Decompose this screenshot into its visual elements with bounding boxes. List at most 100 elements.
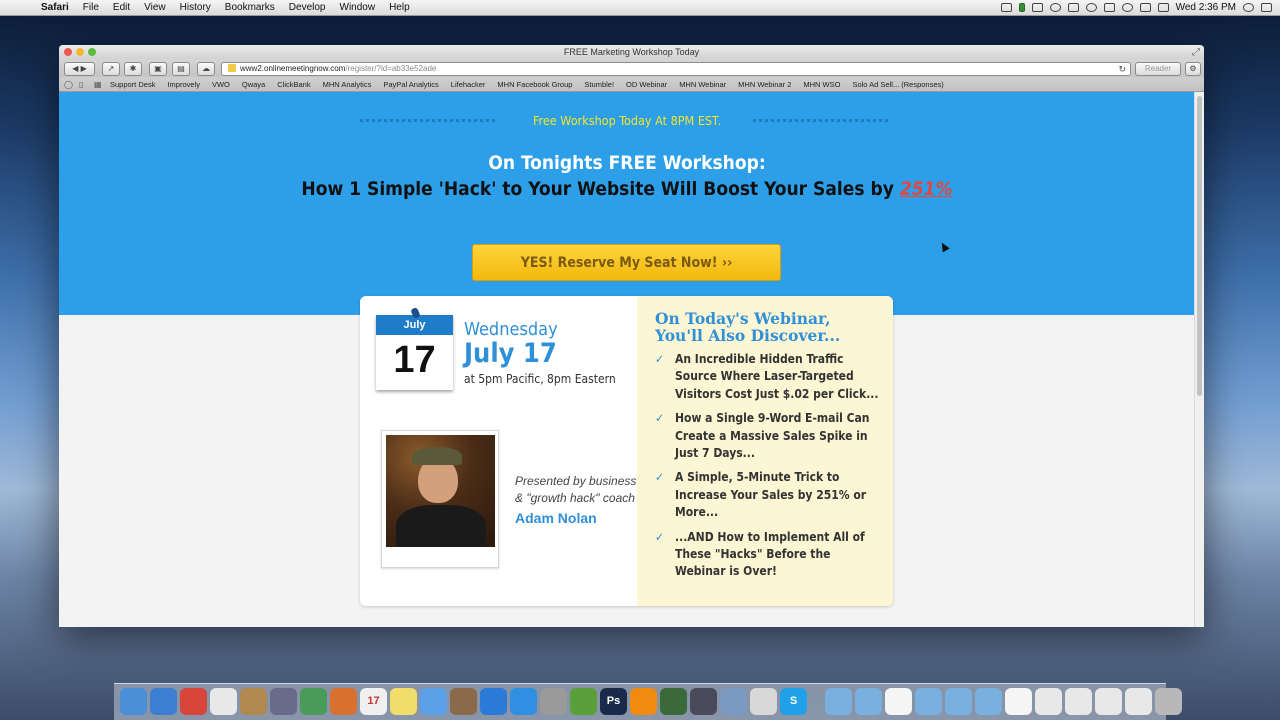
finder-icon[interactable] [120,688,147,715]
menu-bar: Safari File Edit View History Bookmarks … [0,0,1280,16]
document-icon[interactable] [885,688,912,715]
evernote-icon[interactable] [570,688,597,715]
notification-center-icon[interactable] [1261,3,1272,12]
reserve-seat-button[interactable]: YES! Reserve My Seat Now! ›› [472,244,781,281]
reader-button[interactable]: Reader [1135,62,1181,76]
webinar-info-card: July 17 Wednesday July 17 at 5pm Pacific… [360,296,893,606]
disk-utility-icon[interactable] [540,688,567,715]
pen-icon[interactable] [270,688,297,715]
bluetooth-icon[interactable] [1103,3,1115,12]
menu-edit[interactable]: Edit [106,2,137,13]
menu-view[interactable]: View [137,2,173,13]
screenshot-icon[interactable] [1125,688,1152,715]
preview-icon[interactable] [720,688,747,715]
screen-record-icon[interactable] [1031,3,1043,12]
bookmark-item[interactable]: MHN Analytics [317,80,378,89]
document-icon[interactable] [1005,688,1032,715]
battery-icon[interactable] [1157,3,1169,12]
bookmark-item[interactable]: VWO [206,80,236,89]
bookmark-item[interactable]: MHN Facebook Group [491,80,578,89]
close-window-icon[interactable] [64,48,72,56]
wifi-icon[interactable] [1121,3,1133,12]
fullscreen-icon[interactable]: ⤢ [1192,46,1200,60]
bookmark-item[interactable]: OD Webinar [620,80,673,89]
bookmark-item[interactable]: Support Desk [104,80,161,89]
textedit-icon[interactable] [210,688,237,715]
numbers-icon[interactable] [300,688,327,715]
evernote-status-icon[interactable] [1018,3,1025,12]
list-item-line: An Incredible Hidden Traffic [675,352,844,366]
screenshot-icon[interactable] [1095,688,1122,715]
presentation-icon[interactable] [330,688,357,715]
chrome-icon[interactable] [180,688,207,715]
folder-icon[interactable] [915,688,942,715]
bookmark-item[interactable]: PayPal Analytics [377,80,444,89]
list-item-line: How a Single 9-Word E-mail Can [675,411,870,426]
folder-icon[interactable] [945,688,972,715]
gear-icon[interactable]: ⚙ [1185,62,1201,76]
spotlight-icon[interactable] [1243,3,1254,12]
reload-icon[interactable]: ↻ [1118,63,1126,75]
script-icon[interactable] [750,688,777,715]
screenshot-icon[interactable] [1065,688,1092,715]
bookmark-item[interactable]: MHN Webinar 2 [732,80,797,89]
extension-icon[interactable]: ✱ [124,62,142,76]
dropbox-icon[interactable] [1000,3,1012,12]
notes-icon[interactable] [390,688,417,715]
bookmark-item[interactable]: MHN Webinar [673,80,732,89]
video-editor-icon[interactable] [690,688,717,715]
menu-safari[interactable]: Safari [34,2,76,13]
speaker-name: Adam Nolan [515,510,597,526]
address-bar[interactable]: www2.onlinemeetingnow.com/register/?id=a… [221,62,1131,76]
time-machine-icon[interactable] [1085,3,1097,12]
list-item-line: Create a Massive Sales Spike in [675,428,868,443]
itunes-icon[interactable] [480,688,507,715]
folder-icon[interactable] [825,688,852,715]
window-titlebar: FREE Marketing Workshop Today ⤢ [59,45,1204,59]
trash-icon[interactable] [1155,688,1182,715]
minimize-window-icon[interactable] [76,48,84,56]
menu-bookmarks[interactable]: Bookmarks [218,2,282,13]
presented-by-text: Presented by business & "growth hack" co… [515,473,636,507]
bookmarks-book-icon[interactable]: ▯ [79,80,89,89]
book-icon[interactable] [660,688,687,715]
contacts-icon[interactable] [240,688,267,715]
calendar-icon[interactable]: 17 [360,688,387,715]
bookmark-item[interactable]: Solo Ad Sell... (Responses) [846,80,949,89]
menu-file[interactable]: File [76,2,106,13]
folder-icon[interactable] [855,688,882,715]
bookmark-item[interactable]: Improvely [161,80,206,89]
photoshop-icon[interactable]: Ps [600,688,627,715]
menu-window[interactable]: Window [333,2,383,13]
skype-icon[interactable]: S [780,688,807,715]
sync-icon[interactable] [1049,3,1061,12]
messages-icon[interactable] [420,688,447,715]
back-forward-buttons[interactable]: ◀ ▶ [64,62,95,76]
bookmark-item[interactable]: Qwaya [236,80,271,89]
vlc-icon[interactable] [630,688,657,715]
display-icon[interactable] [1067,3,1079,12]
folder-icon[interactable] [975,688,1002,715]
zoom-window-icon[interactable] [88,48,96,56]
bookmarklet-icon[interactable]: ▣ [149,62,167,76]
top-sites-icon[interactable]: ▦ [94,80,104,89]
bookmark-item[interactable]: MHN WSO [797,80,846,89]
bookmark-item[interactable]: Stumble! [578,80,620,89]
app-store-icon[interactable] [510,688,537,715]
volume-icon[interactable] [1139,3,1151,12]
safari-icon[interactable] [150,688,177,715]
photo-icon[interactable] [450,688,477,715]
menu-help[interactable]: Help [382,2,417,13]
menu-clock[interactable]: Wed 2:36 PM [1176,2,1236,13]
icloud-icon[interactable]: ☁ [197,62,215,76]
share-icon[interactable]: ↗ [102,62,120,76]
reading-list-icon[interactable]: ◯ [64,80,74,89]
bookmark-item[interactable]: ClickBank [271,80,316,89]
screenshot-icon[interactable] [1035,688,1062,715]
menu-history[interactable]: History [173,2,218,13]
scrollbar-thumb[interactable] [1197,96,1202,396]
page-scrollbar[interactable] [1194,92,1204,627]
menu-develop[interactable]: Develop [282,2,333,13]
bookmark-item[interactable]: Lifehacker [445,80,492,89]
read-later-icon[interactable]: ▤ [172,62,190,76]
